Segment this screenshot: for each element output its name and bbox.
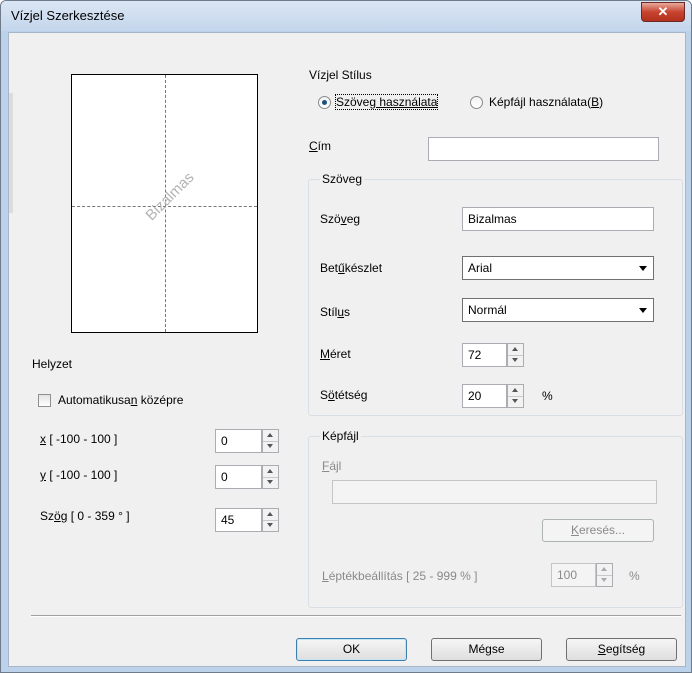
scale-unit: % — [629, 569, 640, 583]
button-separator — [31, 615, 681, 617]
font-select[interactable]: Arial — [462, 256, 654, 280]
darkness-spin-buttons[interactable] — [507, 384, 524, 408]
spin-down-icon[interactable] — [263, 520, 278, 531]
title-label: Cím — [309, 139, 332, 153]
help-button[interactable]: Segítség — [566, 638, 677, 661]
chevron-down-icon — [639, 308, 647, 313]
darkness-label: Sötétség — [320, 388, 368, 402]
spin-down-icon[interactable] — [263, 441, 278, 452]
x-spinner[interactable]: 0 — [215, 429, 279, 453]
image-group-legend: Képfájl — [320, 429, 361, 443]
x-input[interactable]: 0 — [215, 429, 262, 453]
auto-center-checkbox[interactable] — [38, 394, 51, 407]
dialog-window: Vízjel Szerkesztése ✕ Bizalmas Helyzet A… — [0, 0, 692, 673]
angle-spinner[interactable]: 45 — [215, 508, 279, 532]
dialog-body: Bizalmas Helyzet Automatikusan középre x… — [8, 32, 686, 667]
use-text-radio[interactable] — [318, 96, 331, 109]
left-edge-strip — [9, 93, 13, 213]
close-button[interactable]: ✕ — [641, 2, 685, 22]
style-select[interactable]: Normál — [462, 298, 654, 322]
angle-input[interactable]: 45 — [215, 508, 262, 532]
size-spinner[interactable]: 72 — [462, 343, 524, 367]
text-group-legend: Szöveg — [320, 172, 365, 186]
y-input[interactable]: 0 — [215, 465, 262, 489]
y-spinner[interactable]: 0 — [215, 465, 279, 489]
darkness-unit: % — [542, 389, 553, 403]
text-label: Szöveg — [320, 212, 361, 226]
size-spin-buttons[interactable] — [507, 343, 524, 367]
text-input[interactable]: Bizalmas — [462, 207, 654, 231]
ok-button[interactable]: OK — [296, 638, 407, 661]
close-icon: ✕ — [657, 4, 669, 19]
chevron-down-icon — [639, 266, 647, 271]
scale-spinner[interactable]: 100 — [551, 563, 613, 587]
y-label: y [ -100 - 100 ] — [40, 468, 118, 482]
use-image-label[interactable]: Képfájl használata(B) — [489, 95, 603, 109]
watermark-preview: Bizalmas — [71, 74, 258, 333]
browse-button[interactable]: Keresés... — [542, 519, 654, 542]
darkness-spinner[interactable]: 20 — [462, 384, 524, 408]
dialog-title: Vízjel Szerkesztése — [11, 8, 125, 23]
darkness-input[interactable]: 20 — [462, 384, 507, 408]
spin-down-icon[interactable] — [597, 575, 612, 586]
x-label: x [ -100 - 100 ] — [40, 432, 118, 446]
image-group: Képfájl Fájl Keresés... Léptékbeállítás … — [308, 429, 683, 608]
file-label: Fájl — [322, 459, 342, 473]
use-text-label[interactable]: Szöveg használata — [334, 94, 439, 110]
y-spin-buttons[interactable] — [262, 465, 279, 489]
auto-center-label[interactable]: Automatikusan középre — [58, 393, 183, 407]
title-input[interactable] — [428, 137, 659, 161]
x-spin-buttons[interactable] — [262, 429, 279, 453]
font-selected-value: Arial — [468, 261, 493, 275]
angle-label: Szög [ 0 - 359 ° ] — [40, 509, 130, 523]
spin-down-icon[interactable] — [263, 477, 278, 488]
text-group: Szöveg Szöveg Bizalmas Betűkészlet Arial… — [308, 172, 683, 416]
scale-input[interactable]: 100 — [551, 563, 596, 587]
size-label: Méret — [320, 347, 351, 361]
size-input[interactable]: 72 — [462, 343, 507, 367]
spin-down-icon[interactable] — [508, 396, 523, 407]
position-heading: Helyzet — [32, 357, 73, 371]
cancel-button[interactable]: Mégse — [431, 638, 542, 661]
font-label: Betűkészlet — [320, 261, 383, 275]
spin-down-icon[interactable] — [508, 355, 523, 366]
scale-spin-buttons[interactable] — [596, 563, 613, 587]
file-input[interactable] — [332, 480, 657, 504]
use-image-radio[interactable] — [470, 96, 483, 109]
preview-watermark-text: Bizalmas — [142, 168, 198, 225]
style-selected-value: Normál — [468, 303, 507, 317]
style-label: Stílus — [320, 305, 351, 319]
angle-spin-buttons[interactable] — [262, 508, 279, 532]
style-heading: Vízjel Stílus — [309, 68, 372, 82]
scale-label: Léptékbeállítás [ 25 - 999 % ] — [322, 569, 478, 583]
title-bar[interactable]: Vízjel Szerkesztése ✕ — [1, 1, 691, 31]
